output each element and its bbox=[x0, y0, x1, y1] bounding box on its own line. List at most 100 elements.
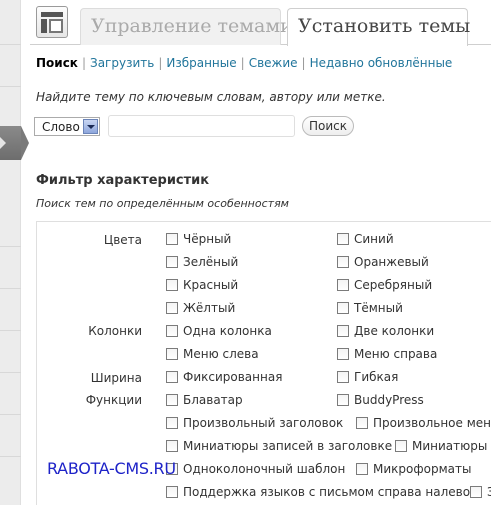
checkbox-buddypress[interactable]: BuddyPress bbox=[337, 393, 424, 407]
subnav-featured[interactable]: Избранные bbox=[166, 56, 236, 70]
search-hint: Найдите тему по ключевым словам, автору … bbox=[36, 90, 386, 104]
checkbox-box[interactable] bbox=[395, 440, 407, 452]
checkbox-label: Синий bbox=[354, 232, 394, 246]
checkbox-box[interactable] bbox=[337, 348, 349, 360]
checkbox-label: Одноколоночный шаблон bbox=[183, 462, 346, 476]
checkbox-custom-header[interactable]: Произвольный заголовок bbox=[166, 416, 343, 430]
checkbox-box[interactable] bbox=[166, 302, 178, 314]
checkbox-box[interactable] bbox=[470, 486, 482, 498]
checkbox-rtl-support[interactable]: Поддержка языков с письмом справа налево bbox=[166, 485, 470, 499]
checkbox-microformats[interactable]: Микроформаты bbox=[356, 462, 471, 476]
checkbox-label: Миниатюры записей в заголовке bbox=[183, 439, 393, 453]
checkbox-thumbnails-cut[interactable]: Миниатюры за bbox=[395, 439, 491, 453]
menu-divider bbox=[0, 456, 21, 457]
collapse-arrow-icon[interactable] bbox=[0, 137, 6, 149]
checkbox-two-columns[interactable]: Две колонки bbox=[337, 324, 434, 338]
checkbox-box[interactable] bbox=[166, 325, 178, 337]
checkbox-label: Красный bbox=[183, 278, 239, 292]
checkbox-custom-menu[interactable]: Произвольное меню bbox=[356, 416, 491, 430]
search-button[interactable]: Поиск bbox=[302, 116, 354, 136]
checkbox-menu-left[interactable]: Меню слева bbox=[166, 347, 259, 361]
tab-manage-themes[interactable]: Управление темами bbox=[80, 8, 293, 45]
checkbox-box[interactable] bbox=[337, 279, 349, 291]
watermark-text: RABOTA-CMS.RU bbox=[47, 459, 176, 478]
checkbox-box[interactable] bbox=[166, 371, 178, 383]
checkbox-green[interactable]: Зелёный bbox=[166, 255, 238, 269]
checkbox-box[interactable] bbox=[166, 279, 178, 291]
current-menu-pointer bbox=[21, 126, 29, 160]
subnav-recently-updated[interactable]: Недавно обновлённые bbox=[310, 56, 453, 70]
chevron-down-icon[interactable] bbox=[83, 119, 98, 134]
checkbox-label: Произвольный заголовок bbox=[183, 416, 344, 430]
install-subnav: Поиск | Загрузить | Избранные | Свежие | Недавно… bbox=[36, 56, 453, 70]
filter-subtitle: Поиск тем по определённым особенностям bbox=[36, 197, 289, 210]
checkbox-label: Меню справа bbox=[354, 347, 438, 361]
checkbox-box[interactable] bbox=[166, 440, 178, 452]
checkbox-blue[interactable]: Синий bbox=[337, 232, 394, 246]
checkbox-label: Тёмный bbox=[354, 301, 403, 315]
tab-install-themes[interactable]: Установить темы bbox=[287, 8, 470, 46]
group-label-width: Ширина bbox=[90, 371, 142, 385]
checkbox-box[interactable] bbox=[337, 256, 349, 268]
checkbox-cut-last[interactable]: З bbox=[470, 485, 491, 499]
checkbox-label: Две колонки bbox=[354, 324, 435, 338]
group-label-features: Функции bbox=[85, 393, 142, 407]
search-form: Слово Поиск bbox=[34, 115, 434, 137]
checkbox-box[interactable] bbox=[337, 233, 349, 245]
checkbox-label: Зелёный bbox=[183, 255, 239, 269]
checkbox-box[interactable] bbox=[166, 486, 178, 498]
checkbox-box[interactable] bbox=[166, 233, 178, 245]
checkbox-label: Серебряный bbox=[354, 278, 433, 292]
checkbox-box[interactable] bbox=[166, 256, 178, 268]
menu-divider bbox=[0, 86, 21, 87]
checkbox-box[interactable] bbox=[166, 394, 178, 406]
checkbox-box[interactable] bbox=[356, 417, 368, 429]
checkbox-label: Фиксированная bbox=[183, 370, 283, 384]
checkbox-dark[interactable]: Тёмный bbox=[337, 301, 403, 315]
subnav-search[interactable]: Поиск bbox=[36, 56, 78, 70]
checkbox-single-column-template[interactable]: Одноколоночный шаблон bbox=[166, 462, 345, 476]
checkbox-box[interactable] bbox=[337, 394, 349, 406]
checkbox-label: Жёлтый bbox=[183, 301, 236, 315]
checkbox-red[interactable]: Красный bbox=[166, 278, 238, 292]
checkbox-box[interactable] bbox=[337, 302, 349, 314]
menu-divider bbox=[0, 288, 21, 289]
checkbox-label: Оранжевый bbox=[354, 255, 429, 269]
search-input[interactable] bbox=[108, 115, 295, 137]
filter-title: Фильтр характеристик bbox=[36, 173, 210, 188]
menu-divider bbox=[0, 372, 21, 373]
menu-divider bbox=[0, 414, 21, 415]
search-type-value: Слово bbox=[42, 120, 80, 134]
checkbox-label: Произвольное меню bbox=[373, 416, 491, 430]
menu-divider bbox=[0, 44, 21, 45]
checkbox-header-thumbnails[interactable]: Миниатюры записей в заголовке bbox=[166, 439, 392, 453]
checkbox-box[interactable] bbox=[337, 371, 349, 383]
checkbox-box[interactable] bbox=[166, 417, 178, 429]
group-label-columns: Колонки bbox=[88, 324, 142, 338]
search-type-select[interactable]: Слово bbox=[34, 117, 100, 136]
checkbox-box[interactable] bbox=[166, 348, 178, 360]
checkbox-menu-right[interactable]: Меню справа bbox=[337, 347, 437, 361]
admin-menu-strip bbox=[0, 0, 21, 505]
checkbox-silver[interactable]: Серебряный bbox=[337, 278, 432, 292]
checkbox-flexible-width[interactable]: Гибкая bbox=[337, 370, 398, 384]
checkbox-label: Одна колонка bbox=[183, 324, 272, 338]
checkbox-one-column[interactable]: Одна колонка bbox=[166, 324, 272, 338]
subnav-upload[interactable]: Загрузить bbox=[90, 56, 154, 70]
checkbox-box[interactable] bbox=[337, 325, 349, 337]
checkbox-label: Чёрный bbox=[183, 232, 232, 246]
checkbox-label: Микроформаты bbox=[373, 462, 472, 476]
checkbox-label: BuddyPress bbox=[354, 393, 424, 407]
checkbox-label: Поддержка языков с письмом справа налево bbox=[183, 485, 471, 499]
checkbox-yellow[interactable]: Жёлтый bbox=[166, 301, 235, 315]
subnav-newest[interactable]: Свежие bbox=[249, 56, 298, 70]
checkbox-fixed-width[interactable]: Фиксированная bbox=[166, 370, 282, 384]
checkbox-label: Блаватар bbox=[183, 393, 243, 407]
checkbox-orange[interactable]: Оранжевый bbox=[337, 255, 429, 269]
checkbox-box[interactable] bbox=[356, 463, 368, 475]
checkbox-black[interactable]: Чёрный bbox=[166, 232, 231, 246]
group-label-colors: Цвета bbox=[103, 233, 142, 247]
checkbox-blavatar[interactable]: Блаватар bbox=[166, 393, 243, 407]
checkbox-label: З bbox=[487, 485, 491, 499]
menu-divider bbox=[0, 246, 21, 247]
